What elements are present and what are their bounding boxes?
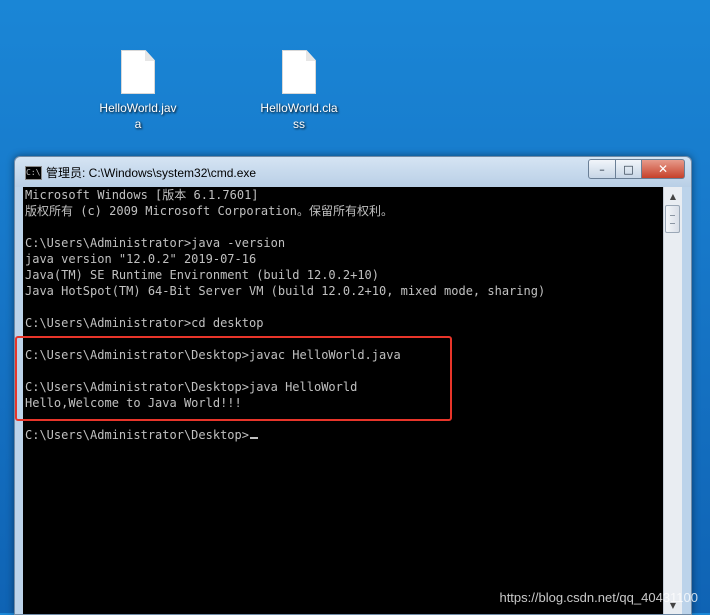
console-line: java version "12.0.2" 2019-07-16 [25,252,257,266]
file-icon [121,50,155,94]
window-title: 管理员: C:\Windows\system32\cmd.exe [46,166,257,180]
watermark: https://blog.csdn.net/qq_40431100 [499,590,698,605]
title-bar[interactable]: C:\ 管理员: C:\Windows\system32\cmd.exe – □… [15,157,691,187]
console-line: Java HotSpot(TM) 64-Bit Server VM (build… [25,284,546,298]
file-icon [282,50,316,94]
minimize-button[interactable]: – [588,159,616,179]
desktop-icon-helloworld-class[interactable]: HelloWorld.class [259,50,339,132]
desktop-icon-label: HelloWorld.class [260,101,338,131]
console-line: Microsoft Windows [版本 6.1.7601] [25,188,259,202]
console-line: Java(TM) SE Runtime Environment (build 1… [25,268,380,282]
console-prompt-line[interactable]: C:\Users\Administrator\Desktop> [23,427,663,443]
scrollbar-thumb[interactable] [665,205,680,233]
console-line: 版权所有 (c) 2009 Microsoft Corporation。保留所有… [25,204,393,218]
cmd-icon[interactable]: C:\ [25,166,42,180]
highlight-annotation-box [15,336,452,421]
close-button[interactable]: ✕ [642,159,685,179]
maximize-button[interactable]: □ [616,159,642,179]
text-cursor [249,437,258,439]
console-line: C:\Users\Administrator>cd desktop [25,316,264,330]
vertical-scrollbar[interactable]: ▲ ▼ [663,187,682,614]
desktop-icon-label: HelloWorld.java [99,101,177,131]
console-prompt: C:\Users\Administrator\Desktop> [25,428,249,442]
console-line: C:\Users\Administrator>java -version [25,236,286,250]
scroll-up-arrow-icon[interactable]: ▲ [665,188,681,204]
window-controls: – □ ✕ [588,159,685,179]
desktop-icon-helloworld-java[interactable]: HelloWorld.java [98,50,178,132]
